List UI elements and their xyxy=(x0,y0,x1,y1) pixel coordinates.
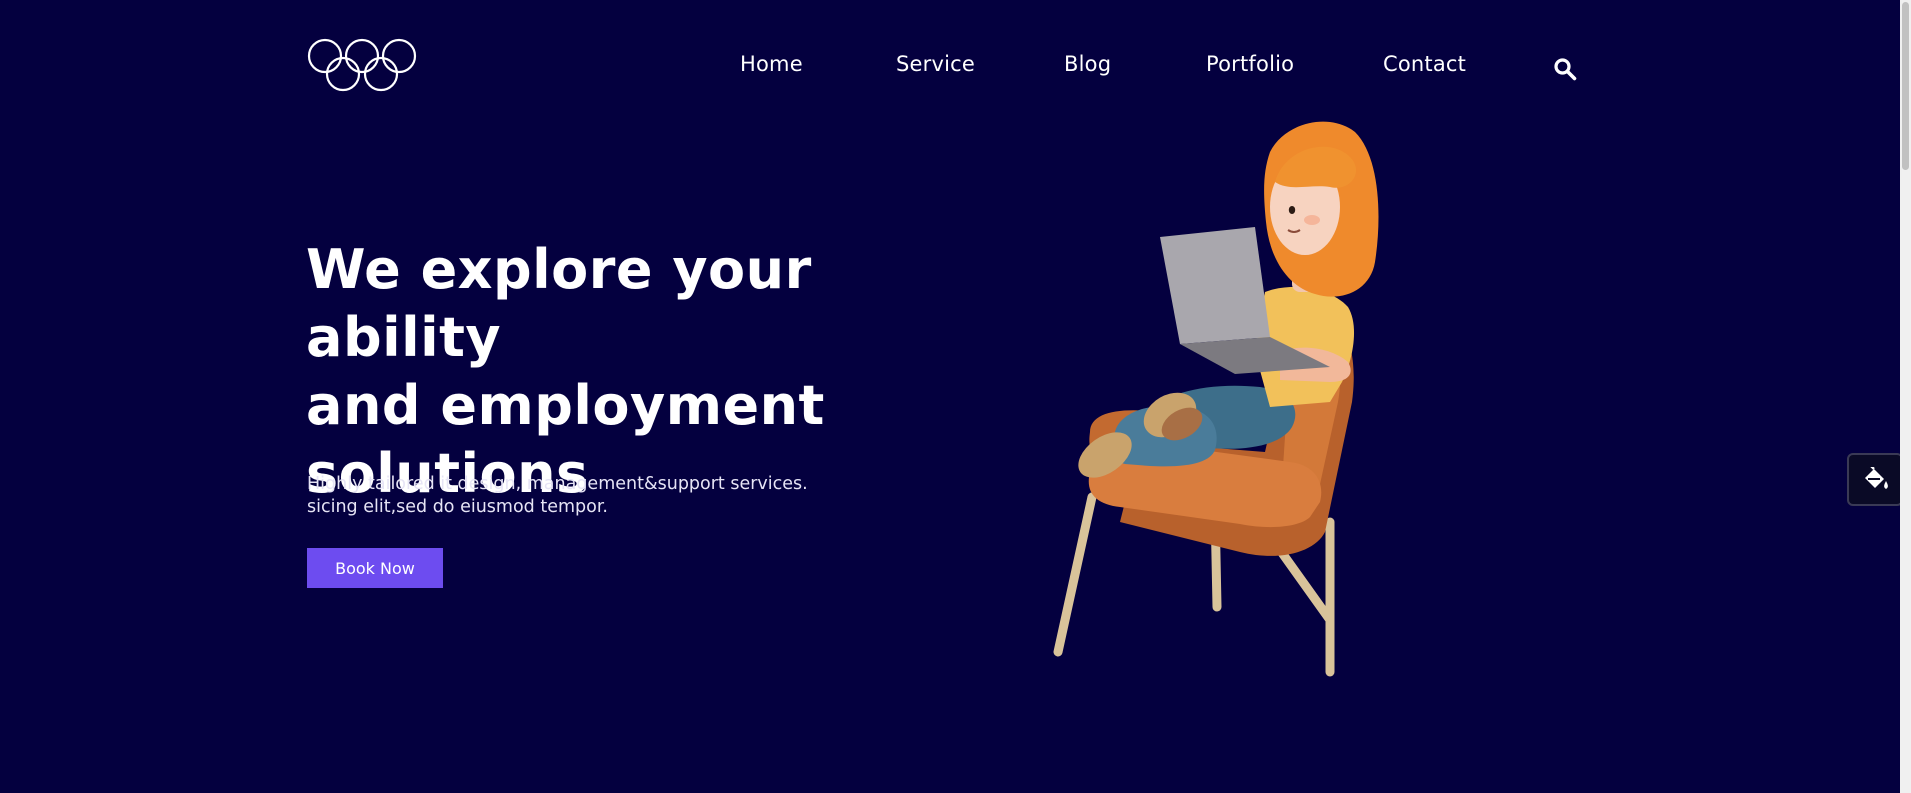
hero-description-line: Highly tailored it design, management&su… xyxy=(307,474,808,494)
hero-title-line: and employment xyxy=(306,374,825,437)
hero-illustration xyxy=(1053,121,1379,677)
scrollbar-thumb[interactable] xyxy=(1902,2,1909,170)
nav-item-blog[interactable]: Blog xyxy=(1064,52,1111,76)
paint-bucket-button[interactable] xyxy=(1847,453,1903,506)
logo-rings-icon[interactable] xyxy=(307,38,419,94)
hero-title: We explore your ability and employment s… xyxy=(306,236,1026,508)
book-now-button[interactable]: Book Now xyxy=(307,548,443,588)
hero-description-line: sicing elit,sed do eiusmod tempor. xyxy=(307,497,608,517)
nav-item-portfolio[interactable]: Portfolio xyxy=(1206,52,1294,76)
hero-title-line: We explore your ability xyxy=(306,238,812,369)
nav-item-service[interactable]: Service xyxy=(896,52,975,76)
paint-bucket-icon xyxy=(1865,467,1888,489)
nav-item-contact[interactable]: Contact xyxy=(1383,52,1466,76)
nav-item-home[interactable]: Home xyxy=(740,52,803,76)
hero-description: Highly tailored it design, management&su… xyxy=(307,473,867,519)
landing-page: Home Service Blog Portfolio Contact We e… xyxy=(0,0,1911,793)
search-icon[interactable] xyxy=(1553,57,1577,81)
